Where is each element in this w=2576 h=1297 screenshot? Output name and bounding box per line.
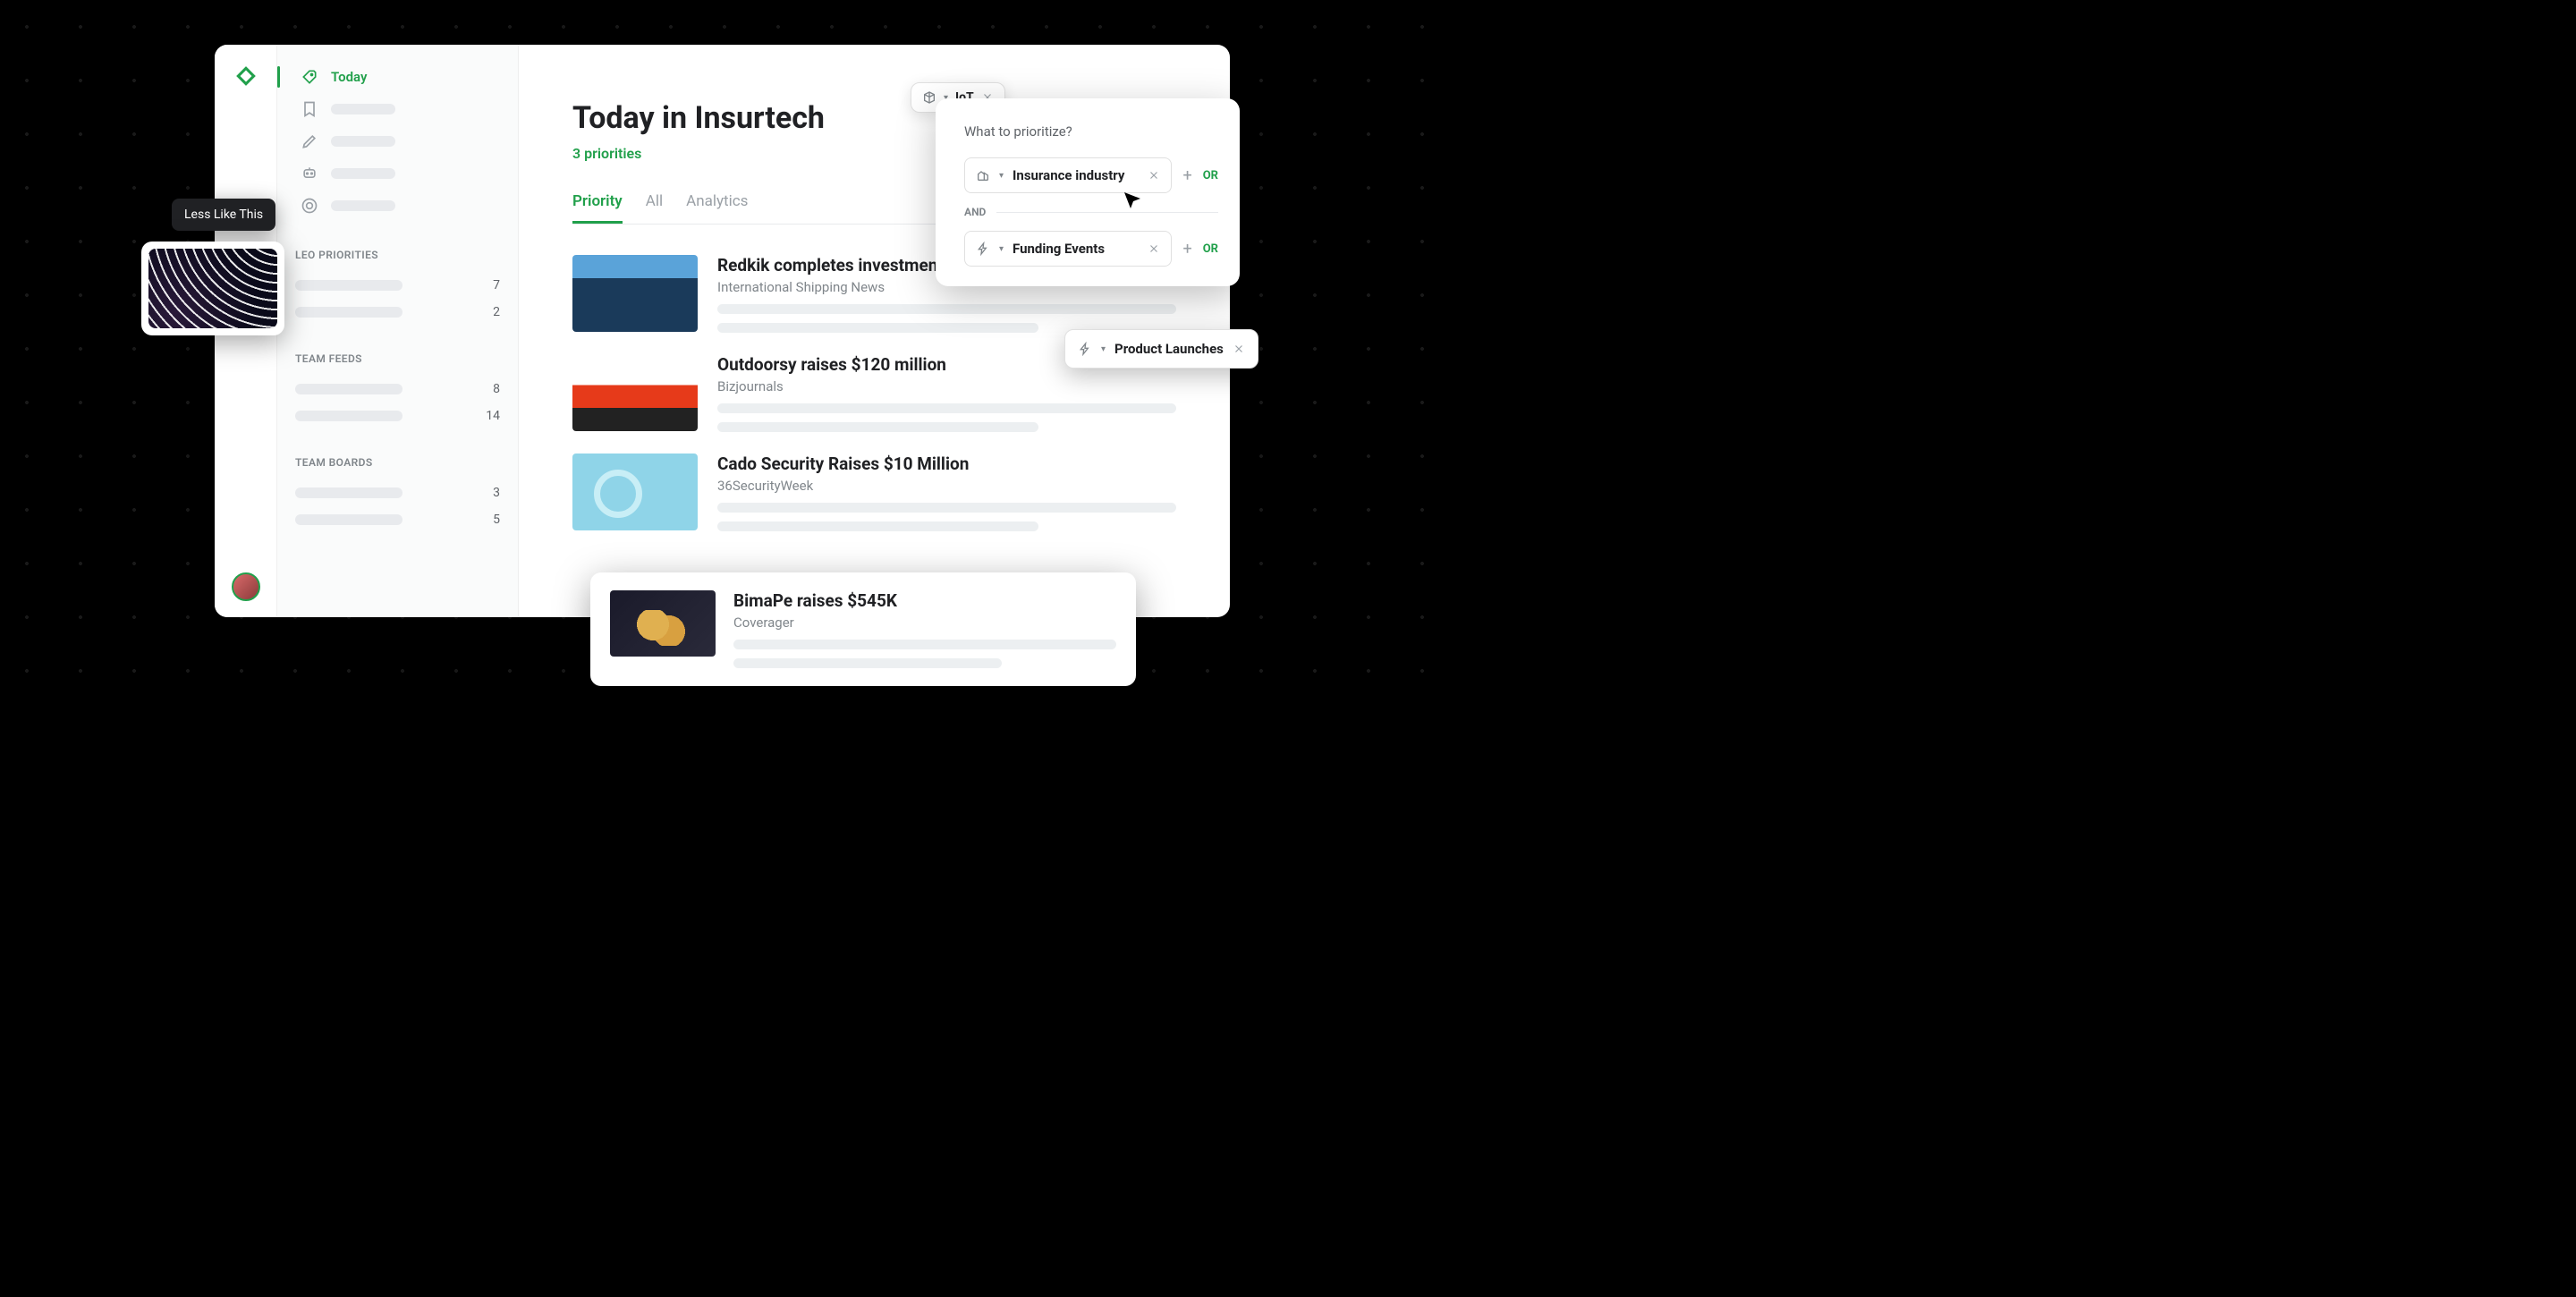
text-skeleton (733, 640, 1116, 649)
chip-label: Product Launches (1114, 341, 1224, 357)
section-leo-priorities: LEO PRIORITIES (295, 249, 500, 261)
feed-item[interactable]: 14 (295, 403, 500, 429)
tab-all[interactable]: All (646, 192, 663, 224)
feed-count: 8 (493, 382, 500, 396)
feed-count: 14 (486, 409, 500, 423)
filter-chip-insurance[interactable]: ▾ Insurance industry (964, 157, 1172, 193)
article-thumbnail (572, 255, 698, 332)
chevron-down-icon: ▾ (999, 244, 1004, 254)
nav-item-annotate[interactable] (295, 125, 500, 157)
user-avatar[interactable] (232, 572, 260, 601)
text-skeleton (717, 521, 1038, 531)
industry-icon (976, 168, 990, 182)
list-skeleton (295, 514, 402, 525)
section-team-boards: TEAM BOARDS (295, 456, 500, 469)
article-title: Cado Security Raises $10 Million (717, 454, 1176, 474)
list-skeleton (295, 384, 402, 394)
article-source: 36SecurityWeek (717, 478, 1176, 494)
list-skeleton (295, 307, 402, 318)
priority-count: 7 (493, 278, 500, 292)
nav-item-read-later[interactable] (295, 93, 500, 125)
article-title: BimaPe raises $545K (733, 590, 1116, 611)
bolt-icon (976, 242, 990, 256)
pencil-icon (301, 132, 318, 150)
chip-label: Insurance industry (1013, 167, 1139, 183)
divider (996, 212, 1218, 213)
text-skeleton (717, 503, 1176, 513)
feed-item[interactable]: 8 (295, 376, 500, 403)
priority-item[interactable]: 2 (295, 299, 500, 326)
chip-label: Funding Events (1013, 241, 1139, 257)
feedly-logo-icon (234, 64, 258, 88)
nav-item-today[interactable]: Today (295, 61, 500, 93)
text-skeleton (717, 304, 1176, 314)
board-item[interactable]: 5 (295, 506, 500, 533)
prioritize-panel: What to prioritize? ▾ Insurance industry… (936, 98, 1240, 286)
bolt-icon (1078, 342, 1092, 356)
sidebar: Today LEO PRIORITIES (277, 45, 519, 617)
or-operator[interactable]: OR (1203, 169, 1218, 182)
article-source: Coverager (733, 615, 1116, 631)
article-item[interactable]: Cado Security Raises $10 Million 36Secur… (572, 454, 1176, 531)
floating-article-card[interactable]: BimaPe raises $545K Coverager (590, 572, 1136, 686)
article-body: BimaPe raises $545K Coverager (733, 590, 1116, 668)
nav-item-leo[interactable] (295, 157, 500, 190)
priority-item[interactable]: 7 (295, 272, 500, 299)
cursor-icon (1122, 190, 1143, 211)
article-thumbnail (572, 454, 698, 530)
nav-skeleton (331, 136, 395, 147)
list-skeleton (295, 487, 402, 498)
bookmark-icon (301, 100, 318, 118)
chevron-down-icon: ▾ (999, 171, 1004, 181)
add-filter-button[interactable]: + (1182, 166, 1191, 185)
close-icon[interactable] (1148, 242, 1160, 255)
close-icon[interactable] (1233, 343, 1245, 355)
lifebuoy-icon (301, 197, 318, 215)
cube-icon (922, 90, 936, 105)
fingerprint-image (148, 249, 277, 328)
article-thumbnail (572, 354, 698, 431)
nav-item-label: Today (331, 69, 367, 85)
or-operator[interactable]: OR (1203, 242, 1218, 256)
nav-skeleton (331, 200, 395, 211)
nav-skeleton (331, 168, 395, 179)
article-list: Redkik completes investment Internationa… (572, 255, 1176, 531)
tab-analytics[interactable]: Analytics (686, 192, 748, 224)
section-team-feeds: TEAM FEEDS (295, 352, 500, 365)
tab-priority[interactable]: Priority (572, 192, 623, 224)
nav-skeleton (331, 104, 395, 114)
board-count: 3 (493, 486, 500, 500)
board-count: 5 (493, 513, 500, 527)
robot-icon (301, 165, 318, 182)
add-filter-button[interactable]: + (1182, 240, 1191, 259)
prioritize-prompt: What to prioritize? (964, 123, 1218, 140)
board-item[interactable]: 3 (295, 479, 500, 506)
filter-chip-product-launches[interactable]: ▾ Product Launches (1064, 329, 1258, 369)
text-skeleton (717, 403, 1176, 413)
priority-count: 2 (493, 305, 500, 319)
tag-icon (301, 68, 318, 86)
nav-item-help[interactable] (295, 190, 500, 222)
close-icon[interactable] (1148, 169, 1160, 182)
article-body: Cado Security Raises $10 Million 36Secur… (717, 454, 1176, 531)
and-operator: AND (964, 206, 986, 218)
filter-chip-funding[interactable]: ▾ Funding Events (964, 231, 1172, 267)
fingerprint-preview-card[interactable] (141, 242, 284, 335)
text-skeleton (717, 323, 1038, 333)
article-source: Bizjournals (717, 378, 1176, 394)
less-like-this-tooltip[interactable]: Less Like This (172, 199, 275, 231)
text-skeleton (717, 422, 1038, 432)
text-skeleton (733, 658, 1002, 668)
article-thumbnail (610, 590, 716, 657)
chevron-down-icon: ▾ (1101, 344, 1106, 354)
list-skeleton (295, 411, 402, 421)
list-skeleton (295, 280, 402, 291)
